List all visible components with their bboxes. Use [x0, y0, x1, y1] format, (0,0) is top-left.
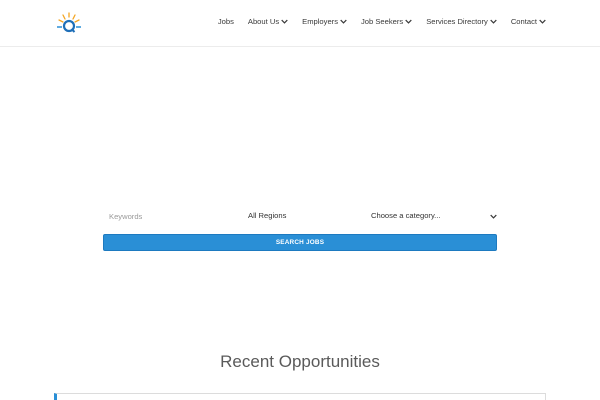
nav-employers-label: Employers: [302, 17, 338, 26]
chevron-down-icon: [405, 19, 412, 24]
job-search-form: All Regions Choose a category...: [103, 204, 497, 228]
region-select[interactable]: All Regions: [248, 204, 360, 228]
nav-employers[interactable]: Employers: [302, 17, 347, 26]
nav-jobs-label: Jobs: [217, 17, 234, 26]
nav-services-directory[interactable]: Services Directory: [426, 17, 497, 26]
nav-about-us[interactable]: About Us: [248, 17, 288, 26]
chevron-down-icon: [281, 19, 288, 24]
region-select-value: All Regions: [248, 211, 287, 220]
nav-contact[interactable]: Contact: [511, 17, 546, 26]
chevron-down-icon: [539, 19, 546, 24]
nav-job-seekers-label: Job Seekers: [361, 17, 404, 26]
logo[interactable]: [56, 12, 82, 36]
nav-contact-label: Contact: [510, 17, 537, 26]
nav-about-us-label: About Us: [247, 17, 280, 26]
category-select-value: Choose a category...: [371, 211, 441, 220]
opportunity-card[interactable]: [54, 393, 546, 400]
nav-job-seekers[interactable]: Job Seekers: [361, 17, 412, 26]
chevron-down-icon: [490, 19, 497, 24]
keywords-input[interactable]: [103, 204, 239, 228]
chevron-down-icon: [340, 19, 347, 24]
main-nav: Jobs About Us Employers Job Seekers Serv…: [218, 17, 546, 26]
nav-services-directory-label: Services Directory: [426, 17, 488, 26]
search-jobs-button[interactable]: SEARCH JOBS: [103, 234, 497, 251]
site-header: Jobs About Us Employers Job Seekers Serv…: [0, 0, 600, 47]
recent-opportunities-title: Recent Opportunities: [220, 352, 380, 371]
nav-jobs[interactable]: Jobs: [218, 17, 234, 26]
category-select[interactable]: Choose a category...: [371, 204, 497, 228]
chevron-down-icon: [490, 214, 497, 219]
